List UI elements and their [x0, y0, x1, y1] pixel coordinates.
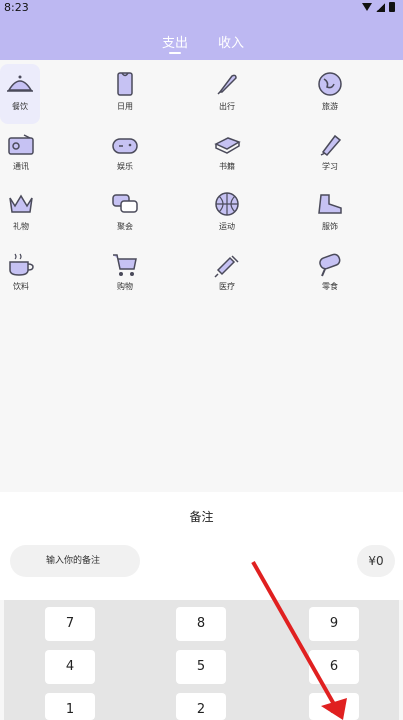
key-2[interactable]: 2 [176, 693, 226, 720]
category-party[interactable]: 聚会 [95, 184, 155, 244]
battery-icon [389, 2, 395, 12]
book-icon [214, 137, 241, 154]
cloche-icon [7, 75, 33, 92]
status-bar: 8:23 [0, 0, 403, 16]
tab-underline [169, 52, 181, 54]
memo-input[interactable] [10, 545, 140, 577]
memo-title: 备注 [189, 510, 214, 524]
category-travel-out[interactable]: 出行 [197, 64, 257, 124]
category-shopping[interactable]: 购物 [95, 244, 155, 304]
wifi-icon [362, 3, 372, 11]
category-study[interactable]: 学习 [300, 124, 360, 184]
tissue-icon [117, 72, 133, 96]
category-label: 娱乐 [117, 162, 133, 171]
rocket-icon [217, 74, 237, 95]
key-5[interactable]: 5 [176, 650, 226, 684]
category-sports[interactable]: 运动 [197, 184, 257, 244]
category-drinks[interactable]: 饮料 [0, 244, 51, 304]
category-communication[interactable]: 通讯 [0, 124, 51, 184]
category-clothing[interactable]: 服饰 [300, 184, 360, 244]
signal-icon [376, 2, 385, 12]
category-grid: 餐饮 日用 出行 旅游 通讯 娱乐 书籍 学习 礼物 聚会 运动 服饰 饮料 购… [0, 60, 403, 492]
category-label: 旅游 [322, 102, 338, 111]
category-daily[interactable]: 日用 [95, 64, 155, 124]
category-label: 学习 [322, 162, 338, 171]
tab-expense[interactable]: 支出 [162, 32, 188, 51]
category-label: 医疗 [219, 282, 235, 291]
key-4[interactable]: 4 [45, 650, 95, 684]
category-books[interactable]: 书籍 [197, 124, 257, 184]
category-label: 日用 [117, 102, 133, 111]
category-label: 服饰 [322, 222, 338, 231]
category-label: 饮料 [13, 282, 29, 291]
shoe-icon [318, 194, 342, 214]
header: 支出 收入 [0, 16, 403, 60]
ball-icon [215, 192, 239, 216]
pointer-arrow-icon [251, 561, 347, 720]
pen-icon [320, 134, 342, 157]
cart-icon [113, 254, 137, 276]
category-dining[interactable]: 餐饮 [0, 64, 40, 124]
category-gift[interactable]: 礼物 [0, 184, 51, 244]
syringe-icon [214, 255, 239, 278]
cup-icon [9, 253, 34, 276]
category-snacks[interactable]: 零食 [300, 244, 360, 304]
gamepad-icon [112, 138, 138, 154]
category-label: 聚会 [117, 222, 133, 231]
category-label: 出行 [219, 102, 235, 111]
status-time: 8:23 [4, 1, 29, 14]
category-entertainment[interactable]: 娱乐 [95, 124, 155, 184]
category-label: 零食 [322, 282, 338, 291]
key-1[interactable]: 1 [45, 693, 95, 720]
crown-icon [9, 194, 33, 213]
category-label: 礼物 [13, 222, 29, 231]
category-label: 购物 [117, 282, 133, 291]
category-medical[interactable]: 医疗 [197, 244, 257, 304]
category-label: 餐饮 [12, 102, 28, 111]
category-label: 通讯 [13, 162, 29, 171]
tab-income[interactable]: 收入 [218, 32, 244, 51]
globe-icon [318, 72, 342, 96]
popsicle-icon [319, 253, 341, 277]
category-label: 书籍 [219, 162, 235, 171]
category-label: 运动 [219, 222, 235, 231]
category-tourism[interactable]: 旅游 [300, 64, 360, 124]
radio-icon [8, 134, 34, 155]
key-8[interactable]: 8 [176, 607, 226, 641]
chat-icon [112, 194, 138, 213]
key-7[interactable]: 7 [45, 607, 95, 641]
